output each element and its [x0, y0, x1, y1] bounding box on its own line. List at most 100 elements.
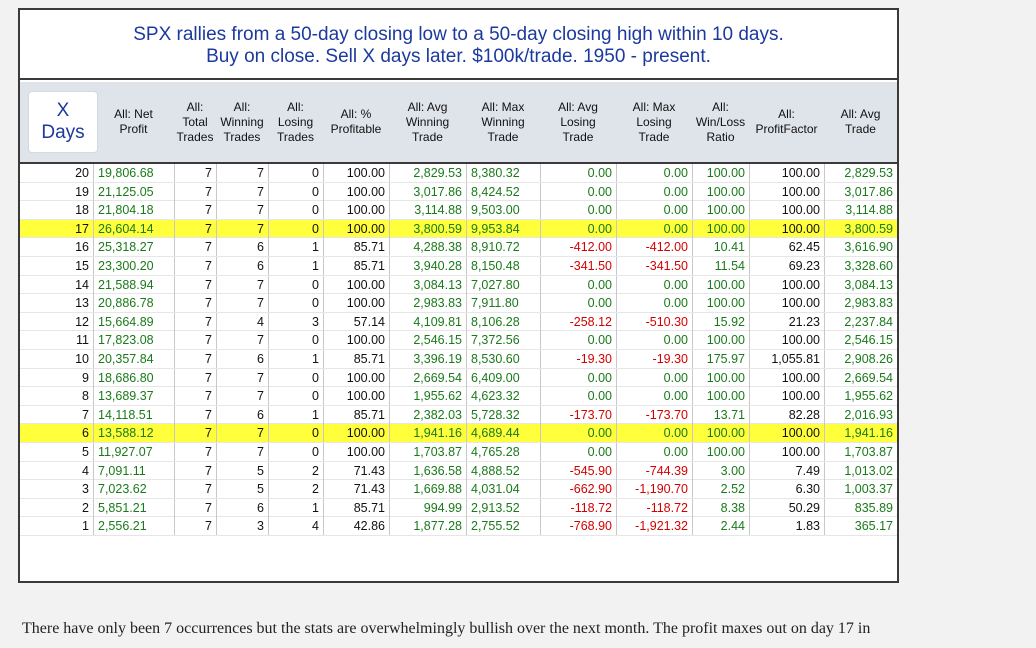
net-profit-cell: 21,588.94: [93, 275, 174, 294]
avg-losing-trade-cell: 0.00: [540, 219, 616, 238]
percent-profitable-cell: 71.43: [323, 461, 389, 480]
net-profit-cell: 18,686.80: [93, 368, 174, 387]
avg-winning-trade-cell: 1,703.87: [389, 442, 466, 461]
x-days-cell: 15: [75, 258, 89, 273]
max-winning-trade-header: All: Max Winning Trade: [466, 82, 540, 162]
avg-losing-trade-cell: 0.00: [540, 331, 616, 350]
table-row: 11 17,823.08 7 7 0 100.00 2,546.15 7,372.56 0.00…: [20, 331, 897, 350]
losing-trades-cell: 0: [268, 387, 323, 406]
total-trades-cell: 7: [174, 182, 216, 201]
win-loss-ratio-cell: 11.54: [692, 256, 749, 275]
winning-trades-cell: 6: [216, 349, 268, 368]
profit-factor-cell: 100.00: [749, 275, 824, 294]
percent-profitable-cell: 71.43: [323, 480, 389, 499]
avg-trade-cell: 2,829.53: [824, 164, 897, 182]
avg-losing-trade-header-line: All: Avg: [558, 99, 598, 114]
win-loss-ratio-cell: 100.00: [692, 219, 749, 238]
net-profit-cell: 5,851.21: [93, 498, 174, 517]
avg-losing-trade-cell: 0.00: [540, 387, 616, 406]
winning-trades-cell: 7: [216, 164, 268, 182]
profit-factor-cell: 100.00: [749, 424, 824, 443]
losing-trades-cell: 0: [268, 424, 323, 443]
max-losing-trade-header-line: Losing: [636, 114, 672, 129]
losing-trades-cell: 0: [268, 368, 323, 387]
net-profit-cell: 13,689.37: [93, 387, 174, 406]
avg-trade-header-line: All: Avg: [840, 107, 881, 121]
total-trades-cell: 7: [174, 312, 216, 331]
max-winning-trade-cell: 8,380.32: [466, 164, 540, 182]
max-losing-trade-cell: 0.00: [616, 442, 692, 461]
winning-trades-cell: 5: [216, 461, 268, 480]
avg-winning-trade-cell: 3,084.13: [389, 275, 466, 294]
profit-factor-cell: 82.28: [749, 405, 824, 424]
win-loss-ratio-cell: 100.00: [692, 275, 749, 294]
avg-trade-cell: 2,237.84: [824, 312, 897, 331]
title-line-2: Buy on close. Sell X days later. $100k/t…: [206, 46, 711, 67]
percent-profitable-header-line: All: %: [340, 107, 372, 121]
percent-profitable-cell: 85.71: [323, 498, 389, 517]
avg-trade-header: All: Avg Trade: [824, 82, 897, 162]
winning-trades-cell: 6: [216, 238, 268, 257]
total-trades-cell: 7: [174, 238, 216, 257]
avg-losing-trade-cell: -118.72: [540, 498, 616, 517]
max-losing-trade-cell: 0.00: [616, 275, 692, 294]
avg-trade-cell: 1,941.16: [824, 424, 897, 443]
total-trades-cell: 7: [174, 256, 216, 275]
avg-losing-trade-cell: -545.90: [540, 461, 616, 480]
total-trades-header-line: All:: [186, 99, 204, 114]
net-profit-cell: 14,118.51: [93, 405, 174, 424]
win-loss-ratio-cell: 100.00: [692, 331, 749, 350]
max-losing-trade-cell: -341.50: [616, 256, 692, 275]
losing-trades-cell: 4: [268, 517, 323, 536]
avg-winning-trade-cell: 1,877.28: [389, 517, 466, 536]
avg-losing-trade-cell: 0.00: [540, 182, 616, 201]
total-trades-cell: 7: [174, 480, 216, 499]
x-days-header: X Days: [29, 92, 97, 152]
max-winning-trade-cell: 5,728.32: [466, 405, 540, 424]
x-days-cell: 9: [82, 370, 89, 385]
avg-winning-trade-cell: 2,669.54: [389, 368, 466, 387]
winning-trades-cell: 7: [216, 331, 268, 350]
total-trades-cell: 7: [174, 349, 216, 368]
x-days-cell: 12: [75, 314, 89, 329]
total-trades-cell: 7: [174, 201, 216, 220]
avg-losing-trade-cell: -19.30: [540, 349, 616, 368]
max-winning-trade-cell: 8,530.60: [466, 349, 540, 368]
winning-trades-header-line: All:: [233, 99, 251, 114]
win-loss-ratio-cell: 15.92: [692, 312, 749, 331]
total-trades-cell: 7: [174, 219, 216, 238]
winning-trades-cell: 7: [216, 201, 268, 220]
table-row: 15 23,300.20 7 6 1 85.71 3,940.28 8,150.48 -341.…: [20, 256, 897, 276]
win-loss-ratio-cell: 3.00: [692, 461, 749, 480]
losing-trades-cell: 0: [268, 331, 323, 350]
avg-trade-cell: 365.17: [824, 517, 897, 536]
total-trades-cell: 7: [174, 294, 216, 313]
avg-winning-trade-cell: 3,800.59: [389, 219, 466, 238]
winning-trades-cell: 7: [216, 368, 268, 387]
max-losing-trade-cell: -510.30: [616, 312, 692, 331]
winning-trades-cell: 7: [216, 387, 268, 406]
x-days-cell: 18: [75, 203, 89, 218]
net-profit-cell: 23,300.20: [93, 256, 174, 275]
table-row: 18 21,804.18 7 7 0 100.00 3,114.88 9,503.00 0.00…: [20, 201, 897, 220]
winning-trades-cell: 7: [216, 442, 268, 461]
avg-trade-cell: 3,084.13: [824, 275, 897, 294]
losing-trades-header-line: Losing: [277, 114, 314, 129]
losing-trades-cell: 0: [268, 442, 323, 461]
percent-profitable-cell: 85.71: [323, 405, 389, 424]
avg-winning-trade-cell: 3,396.19: [389, 349, 466, 368]
max-losing-trade-header-line: All: Max: [632, 99, 676, 114]
winning-trades-header-line: Trades: [223, 129, 261, 144]
losing-trades-header-line: All:: [287, 99, 304, 114]
profit-factor-cell: 69.23: [749, 256, 824, 275]
avg-winning-trade-header-line: Trade: [412, 129, 443, 144]
win-loss-ratio-cell: 2.44: [692, 517, 749, 536]
total-trades-cell: 7: [174, 331, 216, 350]
x-days-cell: 1: [82, 519, 89, 534]
losing-trades-header-line: Trades: [277, 129, 314, 144]
max-losing-trade-cell: 0.00: [616, 182, 692, 201]
avg-trade-cell: 3,800.59: [824, 219, 897, 238]
losing-trades-cell: 1: [268, 405, 323, 424]
table-body: 20 19,806.68 7 7 0 100.00 2,829.53 8,380.32 0.00…: [20, 164, 897, 536]
total-trades-cell: 7: [174, 442, 216, 461]
